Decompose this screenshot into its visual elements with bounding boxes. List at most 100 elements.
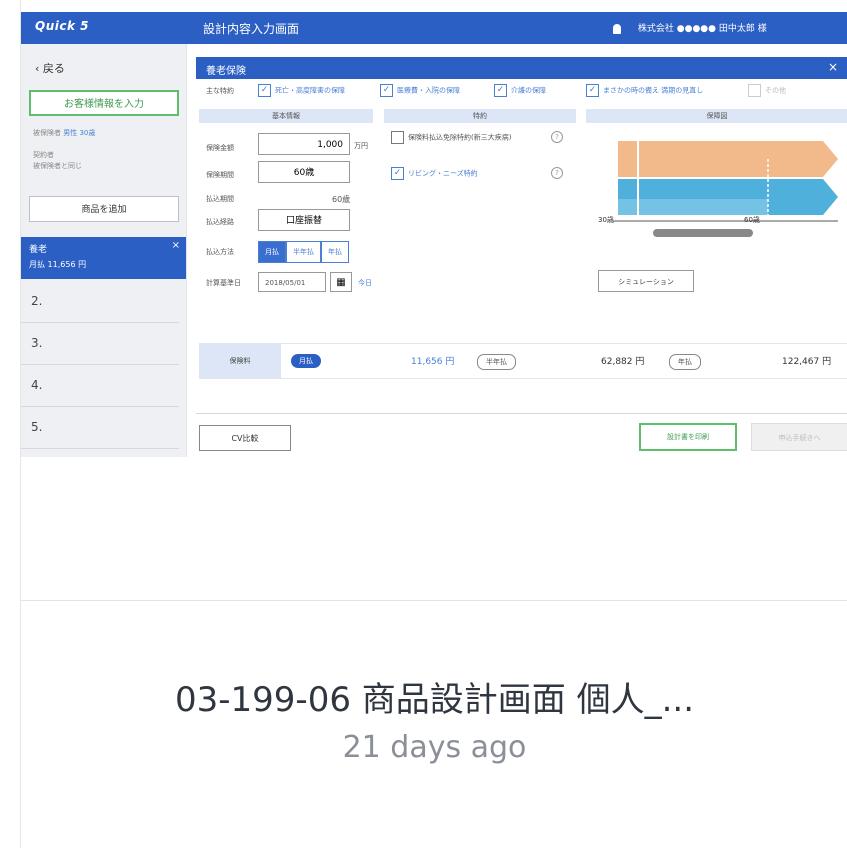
pay-method-monthly[interactable]: 月払 [258, 241, 286, 263]
meta-placeholder [33, 139, 95, 150]
options-label: 主な特約 [206, 87, 234, 95]
diagram-start-age: 30歳 [598, 216, 614, 224]
plan-label: 養老 [29, 245, 48, 255]
close-section-icon[interactable]: × [828, 60, 838, 74]
checkbox-checked-icon[interactable]: ✓ [494, 84, 507, 97]
premium-label: 保険料 [199, 344, 281, 378]
option-death[interactable]: ✓ 死亡・高度障害の保障 [258, 84, 345, 97]
pay-method-label: 払込方法 [206, 248, 234, 256]
checkbox-checked-icon[interactable]: ✓ [380, 84, 393, 97]
rider-living-needs[interactable]: ✓ リビング・ニーズ特約 ? [391, 167, 563, 180]
checkbox-checked-icon[interactable]: ✓ [391, 167, 404, 180]
plan-item[interactable]: 5. [21, 408, 179, 449]
premium-row: 保険料 月払 11,656 円 半年払 62,882 円 年払 122,467 … [199, 343, 847, 379]
basic-panel-header: 基本情報 [199, 109, 373, 123]
pay-route-label: 払込経路 [206, 218, 234, 226]
user-text: 株式会社 ●●●●● 田中太郎 様 [637, 24, 767, 34]
meta-value: 男性 30歳 [63, 129, 96, 137]
plan-item[interactable]: 2. [21, 282, 179, 323]
option-medical[interactable]: ✓ 医療費・入院の保障 [380, 84, 460, 97]
pay-period-label: 払込期間 [206, 195, 234, 203]
rider-label: 保険料払込免除特約(新三大疾病) [408, 133, 512, 142]
help-icon[interactable]: ? [551, 131, 563, 143]
simulation-button[interactable]: シミュレーション [598, 270, 694, 292]
insured-summary: 被保険者 男性 30歳 契約者 被保険者と同じ [33, 128, 95, 172]
meta-label: 被保険者 [33, 129, 61, 137]
option-label: 死亡・高度障害の保障 [275, 86, 345, 95]
pay-route-select[interactable]: 口座振替 [258, 209, 350, 231]
diagram-end-age: 60歳 [744, 216, 760, 224]
plan-number: 3. [31, 336, 43, 350]
pay-period-value: 60歳 [332, 195, 351, 204]
back-label: 戻る [42, 62, 65, 75]
screenshot-thumbnail[interactable]: Quick 5 設計内容入力画面 株式会社 ●●●●● 田中太郎 様 ‹ 戻る … [21, 0, 847, 601]
checkbox-checked-icon[interactable]: ✓ [258, 84, 271, 97]
card-title[interactable]: 03-199-06 商品設計画面 個人_... [21, 672, 847, 721]
pay-method-toggle: 月払 半年払 年払 [258, 241, 349, 263]
premium-semiannual-pill[interactable]: 半年払 [477, 354, 516, 370]
amount-unit: 万円 [354, 142, 368, 150]
app-window: Quick 5 設計内容入力画面 株式会社 ●●●●● 田中太郎 様 ‹ 戻る … [21, 12, 847, 457]
period-select[interactable]: 60歳 [258, 161, 350, 183]
meta-value: 被保険者と同じ [33, 162, 82, 170]
section-header: 養老保険 × [196, 57, 847, 79]
premium-annual-amount: 122,467 円 [782, 357, 832, 367]
meta-label: 契約者 [33, 151, 54, 159]
amount-input[interactable]: 1,000 [258, 133, 350, 155]
pay-method-semiannual[interactable]: 半年払 [286, 241, 321, 263]
plan-badge: 月払 [29, 260, 45, 269]
period-label: 保険期間 [206, 171, 234, 179]
cv-compare-button[interactable]: CV比較 [199, 425, 291, 451]
premium-monthly-amount: 11,656 円 [411, 357, 455, 367]
care-coverage-band [618, 199, 768, 215]
pay-method-annual[interactable]: 年払 [321, 241, 349, 263]
rider-panel-header: 特約 [384, 109, 576, 123]
coverage-diagram: 30歳 60歳 [598, 129, 843, 249]
premium-monthly-pill[interactable]: 月払 [291, 354, 321, 368]
rider-options: 主な特約 ✓ 死亡・高度障害の保障 ✓ 医療費・入院の保障 ✓ 介護の保障 ✓ まさかの… [196, 83, 847, 99]
plan-number: 4. [31, 378, 43, 392]
footer-divider [196, 413, 847, 414]
plan-number: 2. [31, 294, 43, 308]
option-maturity[interactable]: ✓ まさかの時の備え 満期の見直し [586, 84, 703, 97]
main-panel: 養老保険 × 主な特約 ✓ 死亡・高度障害の保障 ✓ 医療費・入院の保障 ✓ 介護の保… [196, 57, 847, 457]
rider-label: リビング・ニーズ特約 [408, 169, 478, 178]
customer-info-button[interactable]: お客様情報を入力 [29, 90, 179, 116]
option-label: 医療費・入院の保障 [397, 86, 460, 95]
checkbox-checked-icon[interactable]: ✓ [586, 84, 599, 97]
plan-item-active[interactable]: 養老 × 月払 11,656 円 [21, 237, 186, 279]
design-card[interactable]: Quick 5 設計内容入力画面 株式会社 ●●●●● 田中太郎 様 ‹ 戻る … [20, 0, 847, 848]
option-label: 介護の保障 [511, 86, 546, 95]
premium-semiannual-amount: 62,882 円 [601, 357, 645, 367]
amount-label: 保険金額 [206, 144, 234, 152]
today-link[interactable]: 今日 [358, 278, 372, 288]
plan-item[interactable]: 4. [21, 366, 179, 407]
checkbox-empty-icon[interactable] [748, 84, 761, 97]
add-product-button[interactable]: 商品を追加 [29, 196, 179, 222]
calc-date-input[interactable]: 2018/05/01 [258, 272, 326, 292]
timeline-slider[interactable] [653, 229, 753, 237]
figure-panel-header: 保障図 [586, 109, 847, 123]
option-other[interactable]: その他 [748, 84, 786, 97]
chevron-left-icon: ‹ [35, 62, 40, 75]
option-care[interactable]: ✓ 介護の保障 [494, 84, 546, 97]
plan-amount: 月払 11,656 円 [29, 259, 86, 270]
plan-item[interactable]: 3. [21, 324, 179, 365]
rider-premium-waiver[interactable]: 保険料払込免除特約(新三大疾病) ? [391, 131, 563, 144]
calendar-icon[interactable]: ▦ [330, 272, 352, 292]
close-icon[interactable]: × [172, 240, 180, 251]
print-design-button[interactable]: 設計書を印刷 [639, 423, 737, 451]
back-link[interactable]: ‹ 戻る [35, 60, 65, 76]
option-label: その他 [765, 86, 786, 95]
sidebar: ‹ 戻る お客様情報を入力 被保険者 男性 30歳 契約者 被保険者と同じ 商品… [21, 44, 187, 457]
top-bar: Quick 5 設計内容入力画面 株式会社 ●●●●● 田中太郎 様 [21, 12, 847, 44]
app-logo: Quick 5 [35, 19, 89, 33]
section-title: 養老保険 [206, 66, 246, 77]
calc-date-label: 計算基準日 [206, 279, 241, 287]
coverage-chart [613, 137, 838, 237]
premium-annual-pill[interactable]: 年払 [669, 354, 701, 370]
help-icon[interactable]: ? [551, 167, 563, 179]
screen-title: 設計内容入力画面 [203, 22, 300, 36]
checkbox-empty-icon[interactable] [391, 131, 404, 144]
proceed-button[interactable]: 申込手続きへ [751, 423, 847, 451]
